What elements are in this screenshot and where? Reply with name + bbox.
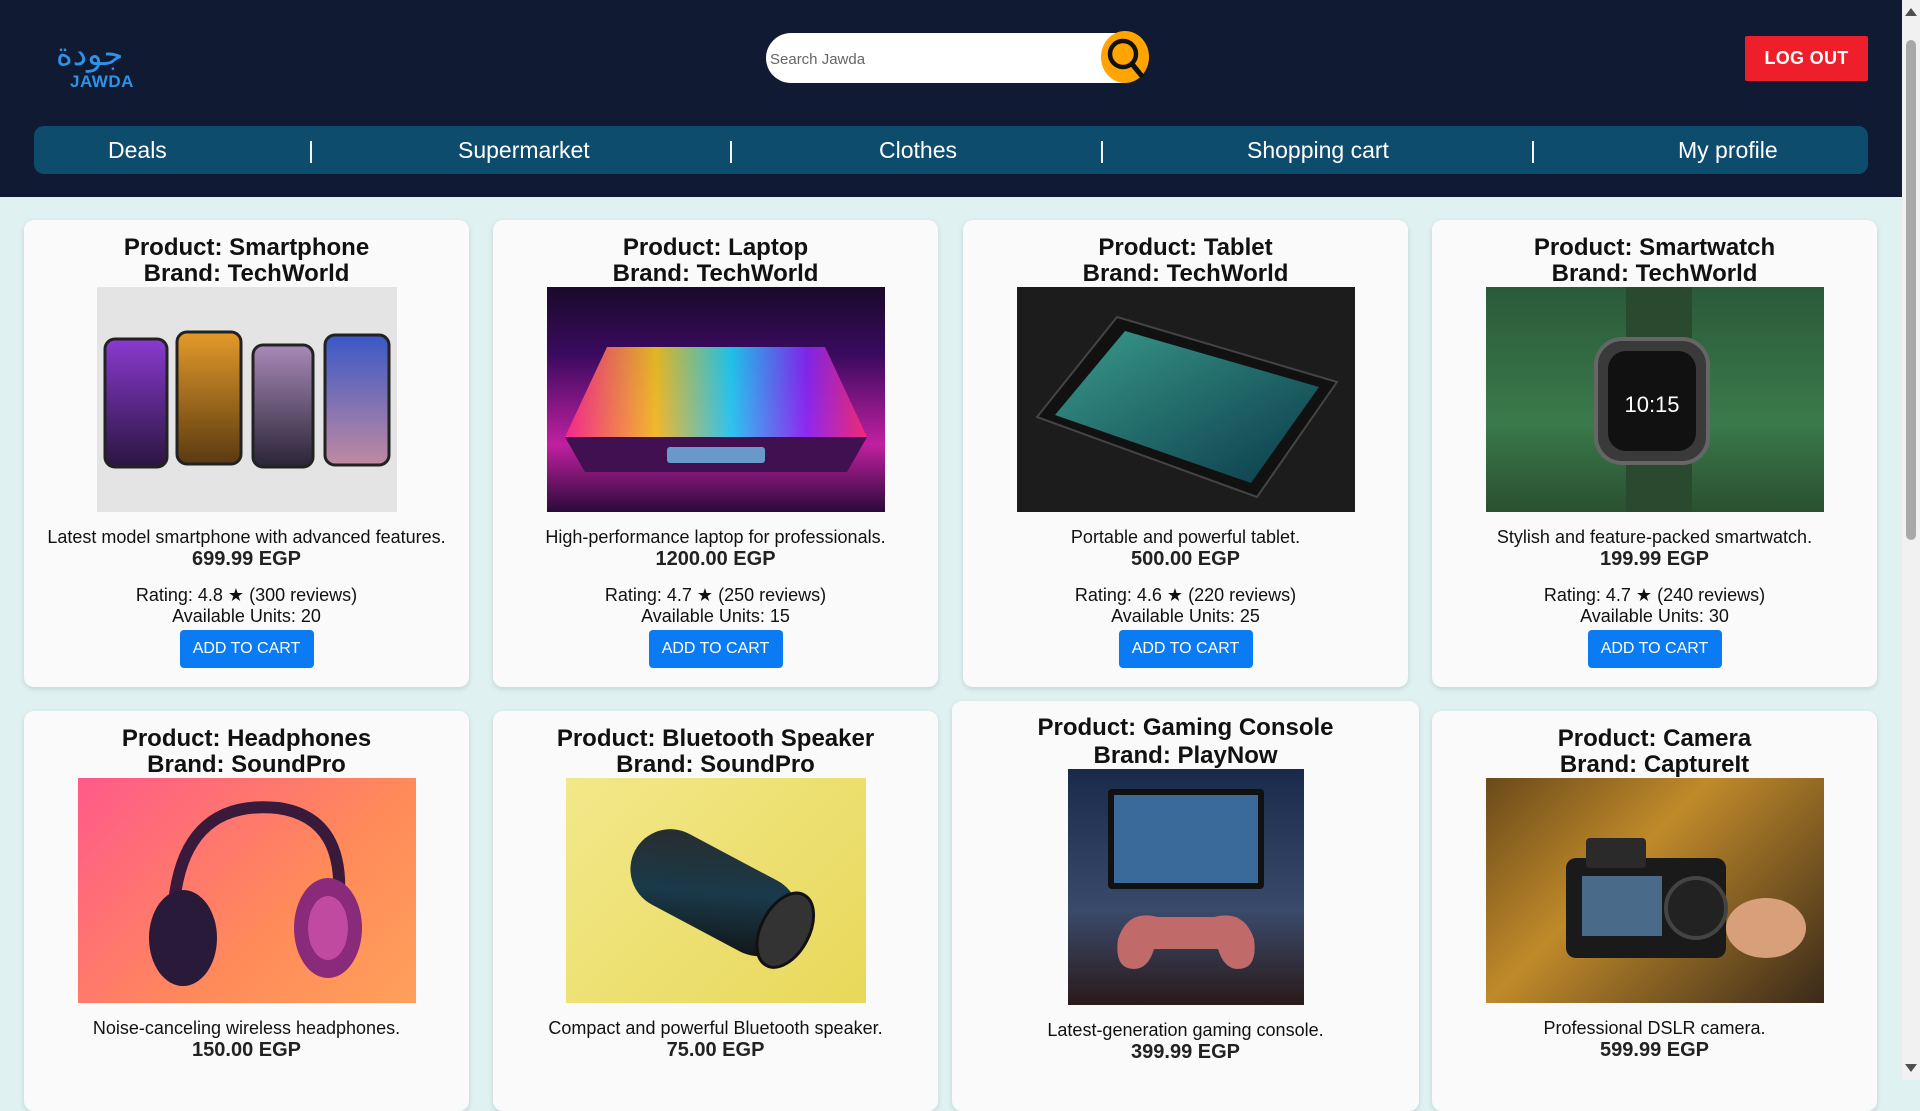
product-description: High-performance laptop for professional… xyxy=(545,527,886,547)
product-title: Product: Headphones xyxy=(121,725,372,752)
product-description: Noise-canceling wireless headphones. xyxy=(92,1018,401,1038)
nav-separator: | xyxy=(308,137,314,163)
product-description: Latest model smartphone with advanced fe… xyxy=(47,527,446,547)
product-image-smartphone xyxy=(96,287,397,512)
product-price: 75.00 EGP xyxy=(666,1039,765,1061)
add-to-cart-button[interactable]: ADD TO CART xyxy=(648,630,783,668)
product-brand: Brand: TechWorld xyxy=(1082,260,1289,287)
product-price: 699.99 EGP xyxy=(192,548,301,570)
product-image-gaming-console xyxy=(1067,769,1304,1005)
product-card: Product: Headphones Brand: SoundPro Nois… xyxy=(24,711,469,1111)
nav-item-supermarket[interactable]: Supermarket xyxy=(458,126,590,174)
scrollbar-thumb[interactable] xyxy=(1906,40,1916,540)
product-card: Product: Gaming Console Brand: PlayNow L… xyxy=(952,701,1419,1111)
product-card: Product: Smartphone Brand: TechWorld Lat… xyxy=(24,220,469,687)
product-price: 150.00 EGP xyxy=(192,1039,301,1061)
product-description: Stylish and feature-packed smartwatch. xyxy=(1496,527,1813,547)
product-card: Product: Laptop Brand: TechWorld High-pe… xyxy=(493,220,938,687)
nav-separator: | xyxy=(1530,137,1536,163)
product-brand: Brand: PlayNow xyxy=(1093,742,1278,769)
product-price: 399.99 EGP xyxy=(1131,1041,1240,1063)
product-title: Product: Laptop xyxy=(622,234,809,261)
add-to-cart-button[interactable]: ADD TO CART xyxy=(1118,630,1253,668)
product-title: Product: Smartwatch xyxy=(1533,234,1776,261)
nav-item-deals[interactable]: Deals xyxy=(108,126,167,174)
product-units: Available Units: 25 xyxy=(1111,606,1260,626)
product-price: 1200.00 EGP xyxy=(655,548,776,570)
product-card: Product: Tablet Brand: TechWorld Portabl… xyxy=(963,220,1408,687)
add-to-cart-button[interactable]: ADD TO CART xyxy=(1587,630,1722,668)
product-title: Product: Camera xyxy=(1557,725,1752,752)
product-image-tablet xyxy=(1016,287,1355,512)
scroll-down-arrow-icon[interactable] xyxy=(1905,1064,1917,1072)
product-card: Product: Smartwatch Brand: TechWorld 10:… xyxy=(1432,220,1877,687)
product-image-headphones xyxy=(77,778,416,1003)
logout-button[interactable]: LOG OUT xyxy=(1745,36,1868,81)
nav-separator: | xyxy=(728,137,734,163)
product-image-bluetooth-speaker xyxy=(565,778,866,1003)
product-description: Latest-generation gaming console. xyxy=(1047,1020,1324,1040)
product-brand: Brand: SoundPro xyxy=(147,751,346,778)
logo-arabic-text: جودة xyxy=(56,35,124,73)
jawda-logo[interactable]: جودة JAWDA xyxy=(52,36,148,92)
product-rating: Rating: 4.7 ★ (250 reviews) xyxy=(604,585,827,605)
product-title: Product: Smartphone xyxy=(123,234,370,261)
product-image-laptop xyxy=(546,287,885,512)
product-description: Professional DSLR camera. xyxy=(1543,1018,1766,1038)
product-price: 199.99 EGP xyxy=(1600,548,1709,570)
product-description: Compact and powerful Bluetooth speaker. xyxy=(548,1018,883,1038)
product-image-camera xyxy=(1485,778,1824,1003)
product-brand: Brand: SoundPro xyxy=(616,751,815,778)
top-header: جودة JAWDA LOG OUT Deals | Supermarket |… xyxy=(0,0,1902,197)
product-price: 500.00 EGP xyxy=(1131,548,1240,570)
nav-item-shopping-cart[interactable]: Shopping cart xyxy=(1247,126,1389,174)
product-title: Product: Gaming Console xyxy=(1037,714,1334,741)
scroll-up-arrow-icon[interactable] xyxy=(1905,8,1917,16)
product-brand: Brand: CaptureIt xyxy=(1559,751,1750,778)
watch-time: 10:15 xyxy=(1624,392,1679,417)
search-bar xyxy=(766,33,1146,83)
product-title: Product: Tablet xyxy=(1098,234,1273,261)
product-description: Portable and powerful tablet. xyxy=(1070,527,1301,547)
search-input[interactable] xyxy=(768,42,1122,76)
product-units: Available Units: 20 xyxy=(172,606,321,626)
product-rating: Rating: 4.7 ★ (240 reviews) xyxy=(1543,585,1766,605)
search-icon xyxy=(1107,38,1144,78)
search-button[interactable] xyxy=(1101,31,1149,83)
nav-item-clothes[interactable]: Clothes xyxy=(879,126,957,174)
product-image-smartwatch: 10:15 xyxy=(1485,287,1824,512)
product-price: 599.99 EGP xyxy=(1600,1039,1709,1061)
product-card: Product: Bluetooth Speaker Brand: SoundP… xyxy=(493,711,938,1111)
product-units: Available Units: 30 xyxy=(1580,606,1729,626)
product-card: Product: Camera Brand: CaptureIt Profess… xyxy=(1432,711,1877,1111)
product-title: Product: Bluetooth Speaker xyxy=(556,725,875,752)
main-nav: Deals | Supermarket | Clothes | Shopping… xyxy=(34,126,1868,174)
product-rating: Rating: 4.8 ★ (300 reviews) xyxy=(135,585,358,605)
product-brand: Brand: TechWorld xyxy=(143,260,350,287)
nav-item-my-profile[interactable]: My profile xyxy=(1678,126,1778,174)
nav-separator: | xyxy=(1099,137,1105,163)
logo-text: JAWDA xyxy=(70,72,134,91)
product-brand: Brand: TechWorld xyxy=(612,260,819,287)
page-scrollbar[interactable] xyxy=(1902,0,1920,1080)
product-brand: Brand: TechWorld xyxy=(1551,260,1758,287)
add-to-cart-button[interactable]: ADD TO CART xyxy=(179,630,314,668)
product-units: Available Units: 15 xyxy=(641,606,790,626)
product-rating: Rating: 4.6 ★ (220 reviews) xyxy=(1074,585,1297,605)
